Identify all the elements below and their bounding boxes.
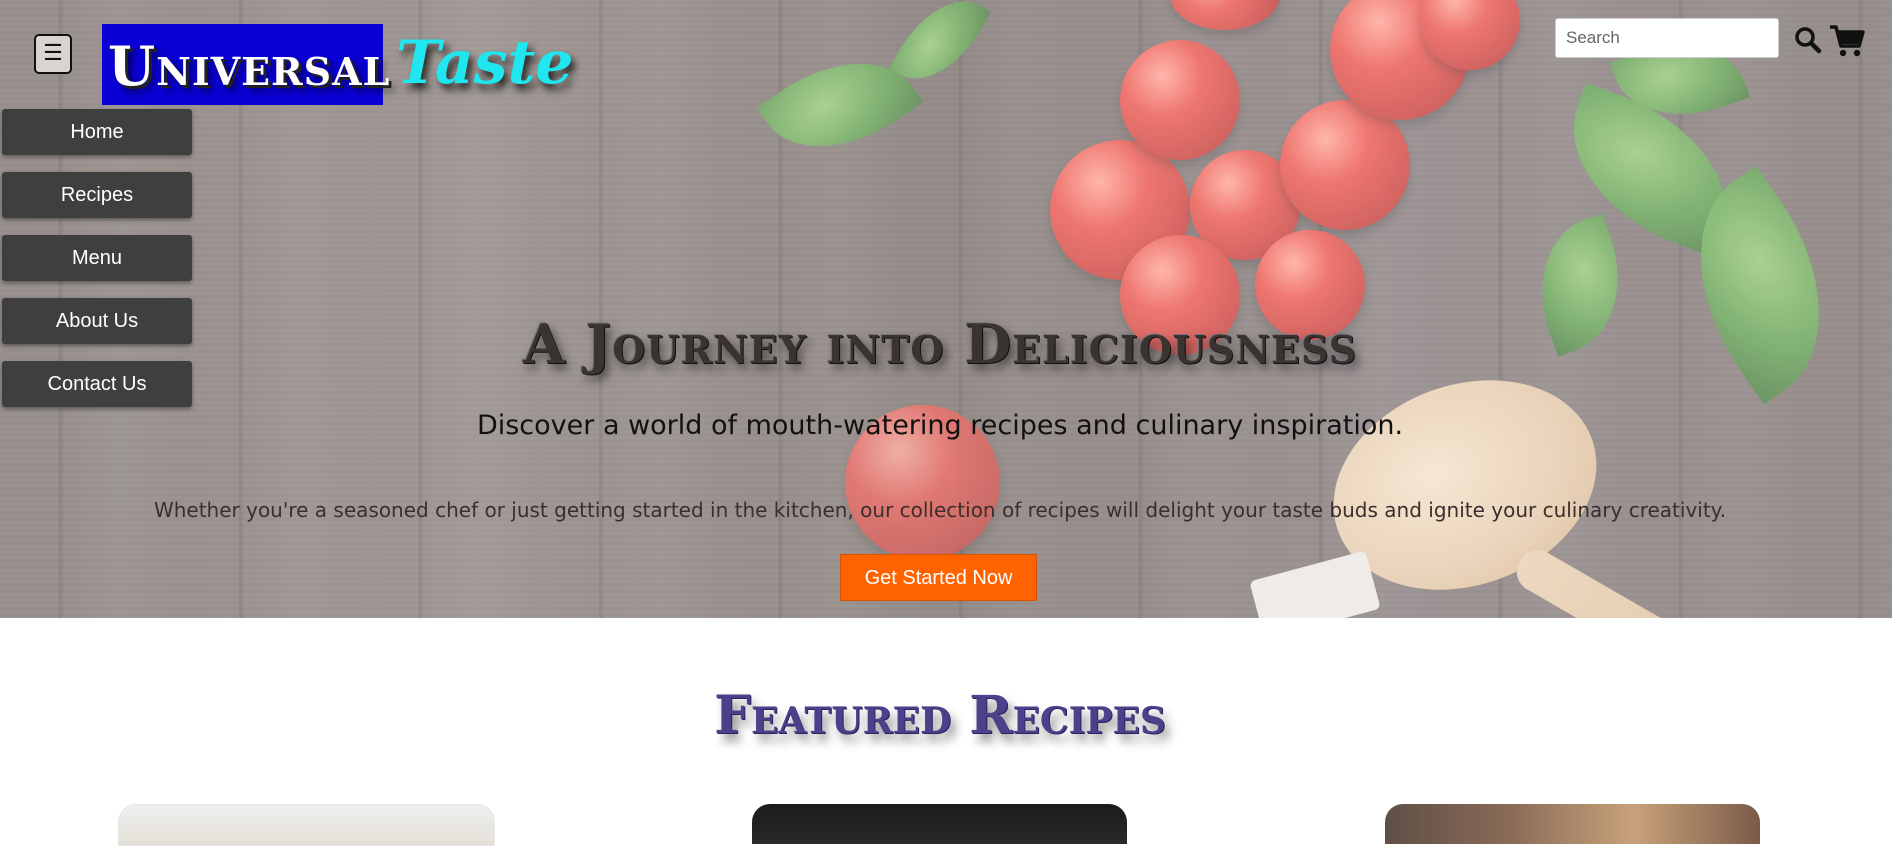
logo-text-taste[interactable]: Taste: [396, 28, 573, 98]
recipe-card[interactable]: [118, 804, 495, 846]
side-nav: Home Recipes Menu About Us Contact Us: [2, 109, 192, 424]
get-started-button[interactable]: Get Started Now: [840, 554, 1037, 601]
menu-icon: ☰: [43, 40, 63, 65]
recipe-card[interactable]: [752, 804, 1127, 844]
menu-toggle-button[interactable]: ☰: [34, 34, 72, 74]
nav-item-recipes[interactable]: Recipes: [2, 172, 192, 218]
nav-item-menu[interactable]: Menu: [2, 235, 192, 281]
hero-description: Whether you're a seasoned chef or just g…: [153, 498, 1727, 522]
hero-subtitle: Discover a world of mouth-watering recip…: [476, 410, 1404, 441]
search-input[interactable]: [1555, 18, 1779, 58]
hero-title: A Journey into Deliciousness: [522, 312, 1358, 376]
featured-recipes-title: Featured Recipes: [714, 685, 1166, 746]
nav-item-home[interactable]: Home: [2, 109, 192, 155]
search-icon[interactable]: [1794, 26, 1822, 54]
logo-text-universal[interactable]: Universal: [108, 34, 390, 98]
recipe-card[interactable]: [1385, 804, 1760, 844]
cart-icon[interactable]: [1829, 24, 1865, 58]
